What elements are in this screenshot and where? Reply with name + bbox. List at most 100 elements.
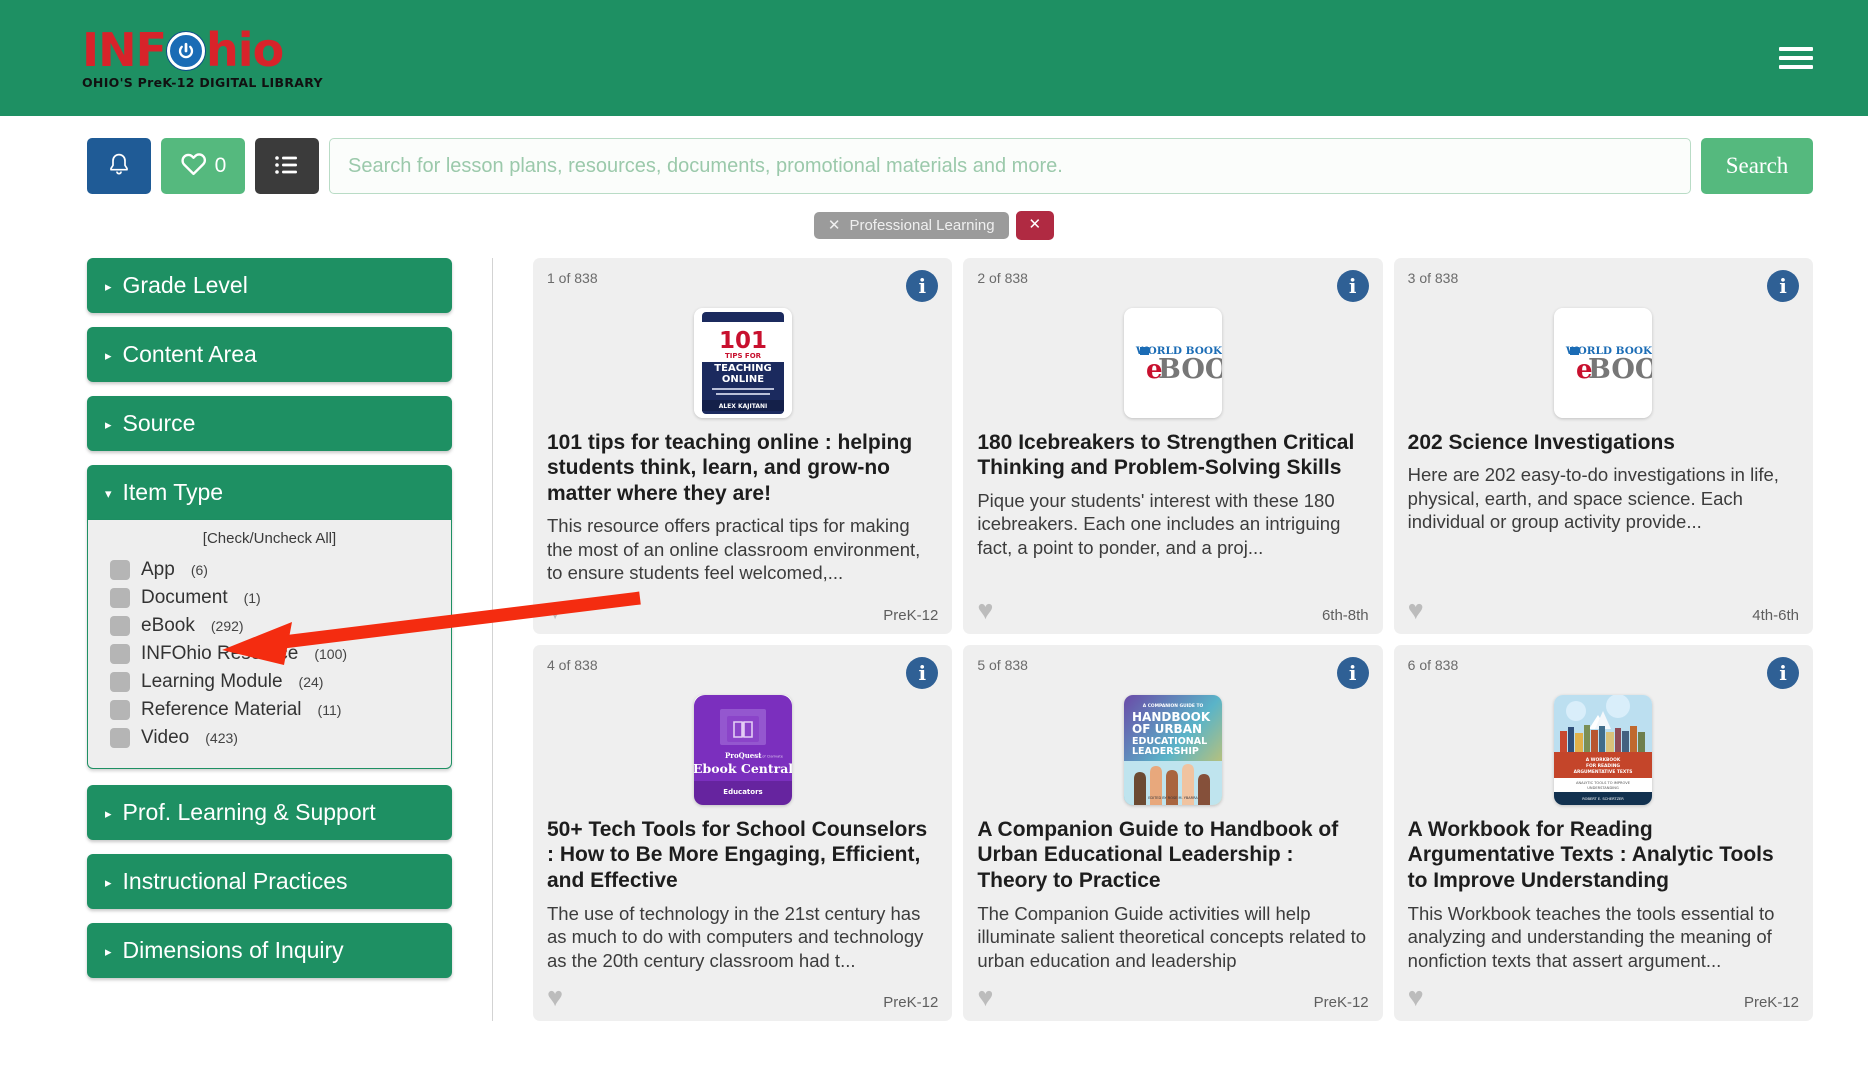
heart-icon xyxy=(180,151,207,182)
svg-text:A COMPANION GUIDE TO: A COMPANION GUIDE TO xyxy=(1143,703,1204,709)
facet-instructional-practices[interactable]: ▸ Instructional Practices xyxy=(87,853,452,909)
result-card[interactable]: 5 of 838 i A COMPANION GUIDE TO HANDBOOK xyxy=(963,644,1383,1022)
checkbox-icon[interactable] xyxy=(110,559,130,580)
card-footer: ♥ 4th-6th xyxy=(1408,596,1799,624)
svg-text:LEADERSHIP: LEADERSHIP xyxy=(1132,746,1199,757)
heart-icon[interactable]: ♥ xyxy=(977,984,993,1011)
heart-icon[interactable]: ♥ xyxy=(547,984,563,1011)
site-logo[interactable]: INF hio OHIO'S PreK-12 DIGITAL LIBRARY xyxy=(82,27,323,90)
checkbox-row-reference-material[interactable]: Reference Material (11) xyxy=(88,696,451,724)
card-footer: ♥ PreK-12 xyxy=(977,984,1369,1012)
checkbox-row-learning-module[interactable]: Learning Module (24) xyxy=(88,668,451,696)
logo-text-inf: INF xyxy=(82,22,167,77)
result-grade-level: 6th-8th xyxy=(1321,606,1369,624)
facet-item-type[interactable]: ▾ Item Type xyxy=(87,464,452,520)
checkbox-icon[interactable] xyxy=(110,671,130,692)
card-footer: ♥ 6th-8th xyxy=(977,596,1369,624)
result-description: Here are 202 easy-to-do investigations i… xyxy=(1407,464,1779,533)
result-card[interactable]: 6 of 838 i A WORKBOOK FOR READING ARGUME… xyxy=(1393,644,1813,1022)
info-icon[interactable]: i xyxy=(1767,269,1799,302)
card-footer: ♥ PreK-12 xyxy=(1408,984,1799,1012)
card-footer: ♥ PreK-12 xyxy=(547,984,938,1012)
search-results-grid: 1 of 838 i 101 TIPS FOR TEACHING ONLINE xyxy=(492,257,1813,1022)
power-icon xyxy=(167,31,206,70)
svg-text:ROBERT E. SCHERTZER: ROBERT E. SCHERTZER xyxy=(1583,797,1625,801)
result-title[interactable]: 50+ Tech Tools for School Counselors : H… xyxy=(547,817,938,894)
chevron-right-icon: ▸ xyxy=(105,416,112,432)
checkbox-count: (11) xyxy=(317,701,342,718)
facet-content-area[interactable]: ▸ Content Area xyxy=(87,326,452,382)
facet-dimensions-of-inquiry[interactable]: ▸ Dimensions of Inquiry xyxy=(87,922,452,978)
checkbox-row-ebook[interactable]: eBook (292) xyxy=(88,612,451,640)
result-card[interactable]: 1 of 838 i 101 TIPS FOR TEACHING ONLINE xyxy=(533,257,953,634)
page-content: ▸ Grade Level ▸ Content Area ▸ Source ▾ … xyxy=(0,240,1868,1022)
checkbox-icon[interactable] xyxy=(110,699,130,720)
result-title[interactable]: 101 tips for teaching online : helping s… xyxy=(547,430,938,507)
clear-all-filters-button[interactable]: ✕ xyxy=(1015,211,1055,240)
checkbox-row-app[interactable]: App (6) xyxy=(88,556,451,584)
svg-text:Ebook Central: Ebook Central xyxy=(694,761,792,776)
search-input[interactable] xyxy=(329,138,1691,194)
list-icon xyxy=(274,154,300,179)
result-card[interactable]: 3 of 838 i WORLD BOOK e BOOK 202 Science… xyxy=(1393,257,1813,634)
heart-icon[interactable]: ♥ xyxy=(1408,984,1424,1011)
thumbnail-wrapper: WORLD BOOK e BOOK xyxy=(1408,307,1799,418)
facet-grade-level[interactable]: ▸ Grade Level xyxy=(87,257,452,313)
result-grade-level: PreK-12 xyxy=(1743,994,1799,1012)
logo-tagline: OHIO'S PreK-12 DIGITAL LIBRARY xyxy=(82,74,323,90)
card-header: 6 of 838 i xyxy=(1408,656,1799,689)
checkbox-row-video[interactable]: Video (423) xyxy=(88,724,451,752)
info-icon[interactable]: i xyxy=(906,656,939,689)
result-title[interactable]: A Companion Guide to Handbook of Urban E… xyxy=(977,817,1368,894)
result-card[interactable]: 2 of 838 i WORLD BOOK e BOOK 180 Icebrea… xyxy=(963,257,1383,634)
heart-icon[interactable]: ♥ xyxy=(977,596,993,624)
facet-label: Dimensions of Inquiry xyxy=(122,936,344,963)
result-card[interactable]: 4 of 838 i ProQuest Part of Clarivate Eb… xyxy=(533,644,953,1022)
cover-urban-leadership-thumbnail: A COMPANION GUIDE TO HANDBOOK OF URBAN E… xyxy=(1123,694,1222,805)
checkbox-icon[interactable] xyxy=(110,587,130,608)
info-icon[interactable]: i xyxy=(1767,656,1799,689)
result-grade-level: PreK-12 xyxy=(883,606,939,624)
card-header: 3 of 838 i xyxy=(1408,269,1799,302)
checkbox-icon[interactable] xyxy=(110,727,130,748)
svg-text:TIPS FOR: TIPS FOR xyxy=(725,352,762,360)
checkbox-label: App xyxy=(141,558,175,580)
active-filters: ✕ Professional Learning ✕ xyxy=(0,211,1868,240)
result-index: 4 of 838 xyxy=(547,656,598,673)
info-icon[interactable]: i xyxy=(1336,656,1369,689)
thumbnail-wrapper: A WORKBOOK FOR READING ARGUMENTATIVE TEX… xyxy=(1408,694,1799,805)
result-title[interactable]: 180 Icebreakers to Strengthen Critical T… xyxy=(977,430,1368,481)
facet-panel-item-type: [Check/Uncheck All] App (6) Document (1)… xyxy=(87,519,452,769)
svg-text:TEACHING: TEACHING xyxy=(714,363,771,374)
checkbox-row-document[interactable]: Document (1) xyxy=(88,584,451,612)
facet-source[interactable]: ▸ Source xyxy=(87,395,452,451)
heart-icon[interactable]: ♥ xyxy=(1408,596,1424,624)
checkbox-icon[interactable] xyxy=(110,643,130,664)
hamburger-icon[interactable] xyxy=(1779,36,1813,80)
svg-text:Part of Clarivate: Part of Clarivate xyxy=(754,754,784,758)
result-title[interactable]: 202 Science Investigations xyxy=(1408,430,1799,456)
result-description: This resource offers practical tips for … xyxy=(547,515,921,584)
info-icon[interactable]: i xyxy=(906,269,939,302)
heart-icon[interactable]: ♥ xyxy=(547,596,563,624)
facet-label: Prof. Learning & Support xyxy=(122,798,376,825)
favorites-button[interactable]: 0 xyxy=(161,138,245,194)
search-toolbar: 0 Search xyxy=(0,116,1868,194)
checkbox-icon[interactable] xyxy=(110,615,130,636)
list-view-button[interactable] xyxy=(255,138,319,194)
thumbnail-wrapper: WORLD BOOK e BOOK xyxy=(977,307,1368,418)
worldbook-ebook-logo-thumbnail: WORLD BOOK e BOOK xyxy=(1554,307,1653,418)
checkbox-count: (6) xyxy=(190,561,208,578)
checkbox-row-infohio-resource[interactable]: INFOhio Resource (100) xyxy=(88,640,451,668)
result-description: Pique your students' interest with these… xyxy=(977,489,1341,558)
hamburger-bar xyxy=(1779,56,1813,60)
search-submit-button[interactable]: Search xyxy=(1701,138,1813,194)
facet-prof-learning-support[interactable]: ▸ Prof. Learning & Support xyxy=(87,784,452,840)
filter-chip-professional-learning[interactable]: ✕ Professional Learning xyxy=(813,211,1009,239)
notifications-button[interactable] xyxy=(87,138,151,194)
info-icon[interactable]: i xyxy=(1336,269,1369,302)
card-header: 4 of 838 i xyxy=(547,656,939,689)
result-title[interactable]: A Workbook for Reading Argumentative Tex… xyxy=(1408,817,1799,894)
result-grade-level: PreK-12 xyxy=(1313,994,1369,1012)
check-uncheck-all-link[interactable]: [Check/Uncheck All] xyxy=(88,530,451,547)
